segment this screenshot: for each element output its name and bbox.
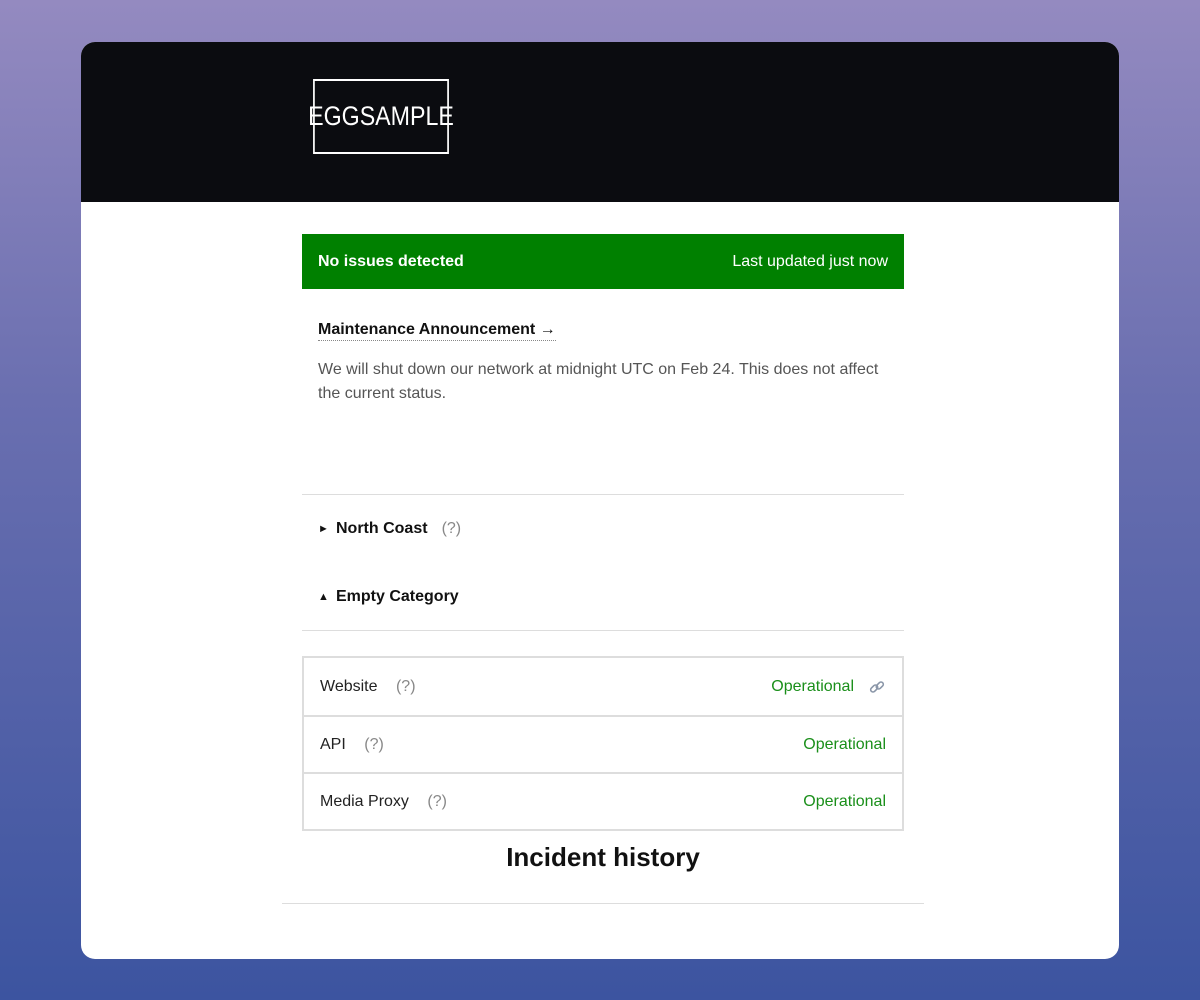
maintenance-announcement-link[interactable]: Maintenance Announcement → (318, 321, 556, 341)
last-updated: Last updated just now (732, 252, 888, 270)
component-status: Operational (803, 792, 886, 810)
link-icon[interactable] (868, 678, 886, 696)
help-tooltip-icon[interactable]: (?) (442, 520, 462, 538)
brand-logo[interactable]: EGGSAMPLE (308, 79, 454, 154)
component-row-api: API (?) Operational (304, 715, 902, 772)
component-status: Operational (771, 677, 854, 695)
component-name: API (320, 735, 346, 753)
help-tooltip-icon[interactable]: (?) (396, 678, 416, 695)
group-north-coast[interactable]: ► North Coast (?) (302, 495, 904, 563)
incident-history-heading: Incident history (506, 842, 700, 872)
component-row-website: Website (?) Operational (304, 658, 902, 715)
help-tooltip-icon[interactable]: (?) (427, 793, 447, 810)
status-title: No issues detected (318, 252, 464, 270)
status-banner: No issues detected Last updated just now (302, 234, 904, 289)
expand-triangle-icon: ► (318, 523, 329, 535)
main-content: No issues detected Last updated just now… (302, 234, 904, 831)
divider (282, 903, 924, 904)
page-header: EGGSAMPLE (81, 42, 1119, 202)
group-name: Empty Category (336, 587, 459, 605)
collapse-triangle-icon: ▲ (318, 590, 329, 603)
component-status: Operational (803, 735, 886, 753)
help-tooltip-icon[interactable]: (?) (364, 736, 384, 753)
group-name: North Coast (336, 520, 428, 537)
group-empty-category[interactable]: ▲ Empty Category (302, 563, 904, 631)
component-name: Media Proxy (320, 792, 409, 810)
components-list: Website (?) Operational API (?) Operatio… (302, 656, 904, 831)
announcement-text: We will shut down our network at midnigh… (318, 361, 879, 402)
component-row-media-proxy: Media Proxy (?) Operational (304, 772, 902, 829)
status-page-card: EGGSAMPLE No issues detected Last update… (81, 42, 1119, 959)
announcement: Maintenance Announcement → We will shut … (302, 289, 904, 495)
component-name: Website (320, 677, 378, 695)
